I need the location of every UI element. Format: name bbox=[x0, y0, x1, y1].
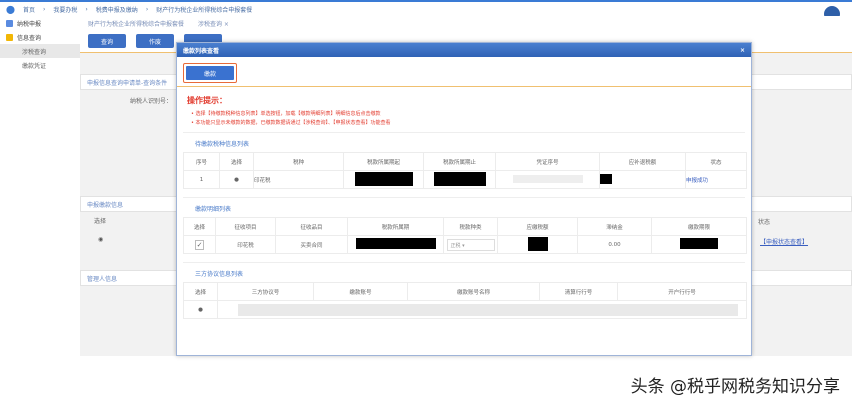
redacted bbox=[354, 171, 413, 186]
table-row[interactable]: ✓ 印花税 买卖合同 正税 ▾ 0.00 bbox=[183, 235, 747, 254]
th: 状态 bbox=[685, 152, 747, 171]
th: 选择 bbox=[183, 282, 218, 301]
th: 缴款账号 bbox=[313, 282, 408, 301]
row-no: 1 bbox=[183, 170, 220, 189]
pending-table: 序号 选择 税种 税款所属期起 税款所属期止 凭证序号 应补退税额 状态 1 ● 印花税 申报成功 bbox=[183, 152, 747, 189]
tip-2: • 本功能只显示未缴款的数据，已缴款数据请通过【涉税查询】、【申报状态查看】功能… bbox=[191, 120, 391, 126]
tab-package[interactable]: 财产行为税企业所得税综合申报套餐 bbox=[88, 19, 184, 28]
sidebar-item-info[interactable]: 信息查询 bbox=[0, 30, 80, 44]
th: 序号 bbox=[183, 152, 220, 171]
table-row[interactable]: 1 ● 印花税 申报成功 bbox=[183, 170, 747, 189]
table-row[interactable]: ● bbox=[183, 300, 747, 319]
location-icon: ⬤ bbox=[6, 4, 15, 14]
th: 应补退税额 bbox=[599, 152, 686, 171]
detail-table: 选择 征收项目 征收品目 税款所属期 税款种类 应缴税额 滞纳金 缴款期限 ✓ 印花税 买卖合同 正… bbox=[183, 217, 747, 254]
breadcrumb: ⬤ 首页 › 我要办税 › 税费申报及缴纳 › 财产行为税企业所得税综合申报套餐 bbox=[0, 0, 852, 16]
status-view-link[interactable]: 【申报状态查看】 bbox=[760, 237, 808, 246]
agreement-table: 选择 三方协议号 缴款账号 缴款账号名称 清算行行号 开户行行号 ● bbox=[183, 282, 747, 319]
label: 纳税申报 bbox=[17, 20, 42, 28]
pay-button[interactable]: 缴款 bbox=[186, 66, 234, 80]
th: 开户行行号 bbox=[617, 282, 747, 301]
payment-list-dialog: 缴款列表查看 × 缴款 操作提示： • 选择【待缴款税种信息列表】单选按钮，加载【… bbox=[176, 42, 752, 356]
th: 税款所属期 bbox=[347, 217, 444, 236]
redacted bbox=[680, 238, 718, 249]
th: 滞纳金 bbox=[577, 217, 652, 236]
th: 三方协议号 bbox=[217, 282, 314, 301]
void-button[interactable]: 作废 bbox=[136, 34, 174, 48]
tax-type: 印花税 bbox=[253, 170, 344, 189]
tip-1: • 选择【待缴款税种信息列表】单选按钮，加载【缴款明细列表】明细信息后点击缴款 bbox=[191, 111, 381, 117]
label: 缴款凭证 bbox=[22, 62, 47, 70]
th: 征收项目 bbox=[215, 217, 276, 236]
sidebar-item-query[interactable]: 涉税查询 bbox=[0, 44, 80, 58]
redacted bbox=[355, 238, 436, 249]
taxpayer-id-label: 纳税人识别号： bbox=[130, 98, 173, 105]
th: 选择 bbox=[183, 217, 216, 236]
agreement-row-empty bbox=[238, 303, 738, 316]
redacted bbox=[527, 236, 548, 251]
th: 选择 bbox=[219, 152, 254, 171]
breadcrumb-tax[interactable]: 我要办税 bbox=[53, 5, 77, 14]
radio[interactable]: ◉ bbox=[98, 236, 103, 243]
status-header: 状态 bbox=[758, 219, 771, 226]
info-icon bbox=[6, 33, 13, 41]
select-radio[interactable]: ● bbox=[183, 300, 218, 319]
select-header: 选择 bbox=[94, 218, 107, 225]
watermark: 头条 @税乎网税务知识分享 bbox=[630, 377, 840, 397]
th: 凭证序号 bbox=[495, 152, 600, 171]
subitem: 买卖合同 bbox=[275, 235, 348, 254]
th: 税款所属期止 bbox=[423, 152, 496, 171]
detail-list-title: 缴款明细列表 bbox=[183, 197, 745, 217]
status-link[interactable]: 申报成功 bbox=[685, 170, 747, 189]
sidebar-item-declare[interactable]: 纳税申报 bbox=[0, 16, 80, 30]
th: 清算行行号 bbox=[539, 282, 618, 301]
pending-list-title: 待缴款税种信息列表 bbox=[183, 132, 745, 152]
agreement-list-title: 三方协议信息列表 bbox=[183, 262, 745, 282]
breadcrumb-declare[interactable]: 税费申报及缴纳 bbox=[96, 5, 138, 14]
tax-kind-select[interactable]: 正税 ▾ bbox=[446, 238, 495, 251]
th: 征收品目 bbox=[275, 217, 348, 236]
declare-icon bbox=[6, 19, 13, 27]
sidebar: 纳税申报 信息查询 涉税查询 缴款凭证 bbox=[0, 16, 80, 356]
th: 税款所属期起 bbox=[343, 152, 424, 171]
label: 信息查询 bbox=[17, 34, 42, 42]
th: 缴款账号名称 bbox=[407, 282, 540, 301]
tab-query[interactable]: 涉税查询 × bbox=[198, 19, 229, 28]
sidebar-item-voucher[interactable]: 缴款凭证 bbox=[0, 58, 80, 72]
th: 缴款期限 bbox=[651, 217, 747, 236]
late-fee: 0.00 bbox=[577, 235, 652, 254]
dialog-title: 缴款列表查看 bbox=[183, 47, 220, 55]
th: 税款种类 bbox=[443, 217, 498, 236]
label: 涉税查询 bbox=[22, 48, 47, 56]
item: 印花税 bbox=[215, 235, 276, 254]
th: 应缴税额 bbox=[497, 217, 578, 236]
select-radio[interactable]: ● bbox=[219, 170, 254, 189]
redacted bbox=[600, 173, 612, 184]
breadcrumb-current: 财产行为税企业所得税综合申报套餐 bbox=[156, 6, 253, 14]
th: 税种 bbox=[253, 152, 344, 171]
query-button[interactable]: 查询 bbox=[88, 34, 126, 48]
tips-title: 操作提示： bbox=[187, 96, 227, 105]
close-icon[interactable]: × bbox=[740, 47, 745, 54]
redacted bbox=[433, 171, 486, 186]
row-checkbox[interactable]: ✓ bbox=[183, 235, 216, 254]
breadcrumb-home[interactable]: 首页 bbox=[23, 5, 35, 14]
voucher-no bbox=[512, 174, 583, 183]
